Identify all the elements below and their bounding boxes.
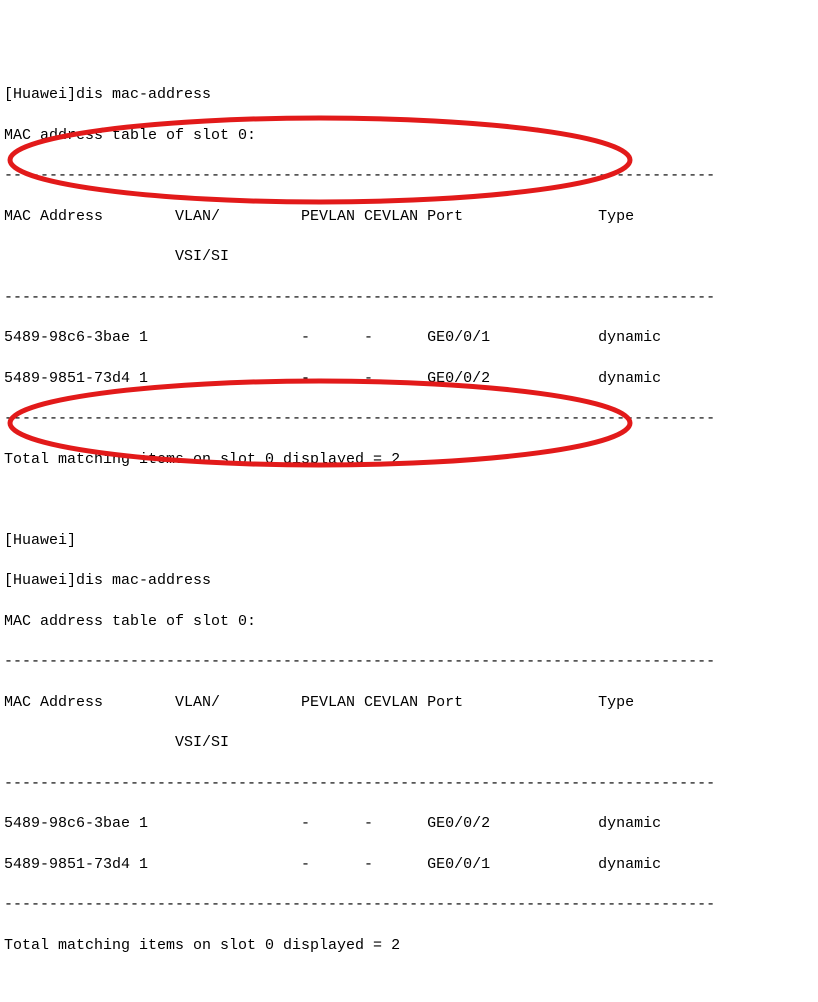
table-row: 5489-9851-73d4 1 - - GE0/0/2 dynamic: [4, 369, 814, 389]
divider-line: ----------------------------------------…: [4, 166, 814, 186]
table-row: 5489-98c6-3bae 1 - - GE0/0/2 dynamic: [4, 814, 814, 834]
cli-prompt-line: [Huawei]dis mac-address: [4, 571, 814, 591]
divider-line: ----------------------------------------…: [4, 409, 814, 429]
table-row: 5489-9851-73d4 1 - - GE0/0/1 dynamic: [4, 855, 814, 875]
divider-line: ----------------------------------------…: [4, 652, 814, 672]
table-footer: Total matching items on slot 0 displayed…: [4, 936, 814, 956]
blank-line: [4, 490, 814, 510]
cli-prompt-blank: [Huawei]: [4, 531, 814, 551]
table-header-line2: VSI/SI: [4, 733, 814, 753]
divider-line: ----------------------------------------…: [4, 288, 814, 308]
divider-line: ----------------------------------------…: [4, 895, 814, 915]
table-footer: Total matching items on slot 0 displayed…: [4, 450, 814, 470]
table-header-line1: MAC Address VLAN/ PEVLAN CEVLAN Port Typ…: [4, 693, 814, 713]
table-row: 5489-98c6-3bae 1 - - GE0/0/1 dynamic: [4, 328, 814, 348]
table-header-line1: MAC Address VLAN/ PEVLAN CEVLAN Port Typ…: [4, 207, 814, 227]
table-title: MAC address table of slot 0:: [4, 126, 814, 146]
cli-prompt-line: [Huawei]dis mac-address: [4, 85, 814, 105]
divider-line: ----------------------------------------…: [4, 774, 814, 794]
table-title: MAC address table of slot 0:: [4, 612, 814, 632]
table-header-line2: VSI/SI: [4, 247, 814, 267]
